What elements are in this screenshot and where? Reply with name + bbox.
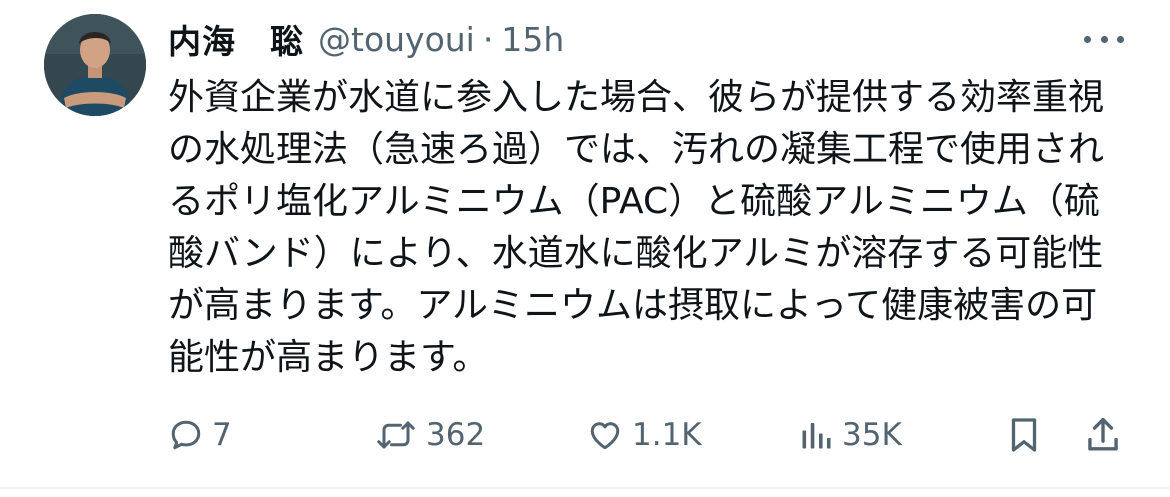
meta-separator: · <box>482 19 494 59</box>
more-dot <box>1084 35 1091 43</box>
reply-icon <box>171 420 201 450</box>
more-dot <box>1100 35 1108 43</box>
views-chart-icon <box>802 423 831 449</box>
tweet-timestamp[interactable]: 15h <box>501 20 564 59</box>
heart-icon <box>590 422 620 450</box>
repost-icon <box>377 421 415 449</box>
like-count: 1.1K <box>632 417 702 453</box>
repost-button[interactable]: 362 <box>374 410 485 460</box>
reply-count: 7 <box>212 417 232 453</box>
author-display-name[interactable]: 内海 聡 <box>168 15 304 63</box>
avatar[interactable] <box>44 14 146 116</box>
share-button[interactable] <box>1084 410 1122 460</box>
more-dot <box>1117 35 1124 43</box>
share-icon <box>1088 417 1118 451</box>
views-count: 35K <box>842 417 902 453</box>
author-handle[interactable]: @touyoui <box>318 20 475 59</box>
like-button[interactable]: 1.1K <box>586 410 702 460</box>
tweet[interactable]: 内海 聡 @touyoui · 15h 外資企業が水道に参入した場合、彼らが提供… <box>0 0 1170 489</box>
views-button[interactable]: 35K <box>798 410 902 460</box>
bookmark-button[interactable] <box>1006 410 1042 460</box>
bookmark-icon <box>1011 418 1037 452</box>
repost-count: 362 <box>426 417 486 453</box>
tweet-text: 外資企業が水道に参入した場合、彼らが提供する効率重視の水処理法（急速ろ過）では、… <box>168 77 1105 378</box>
tweet-header: 内海 聡 @touyoui · 15h <box>168 14 564 64</box>
reply-button[interactable]: 7 <box>168 410 232 460</box>
more-options-icon[interactable] <box>1084 24 1124 54</box>
tweet-actions: 7 362 1.1K 35K <box>168 410 1128 460</box>
